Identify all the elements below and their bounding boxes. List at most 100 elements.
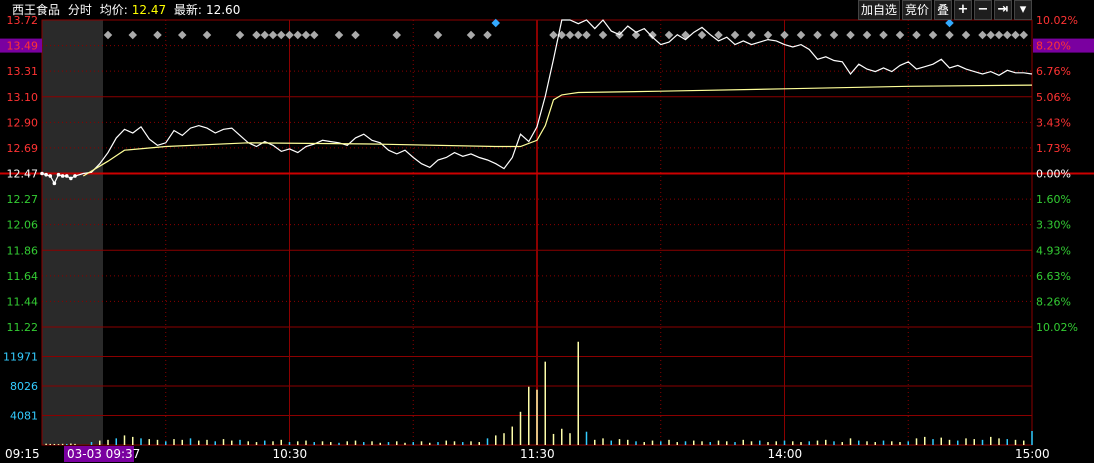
minus-icon[interactable]: − bbox=[974, 0, 992, 20]
event-markers[interactable] bbox=[103, 18, 1028, 40]
event-marker-gray bbox=[178, 30, 187, 40]
auction-dot bbox=[48, 174, 53, 178]
event-marker-gray bbox=[128, 30, 137, 40]
percent-tick-label: 1.73% bbox=[1036, 142, 1071, 155]
price-tick-label: 13.10 bbox=[7, 91, 39, 104]
intraday-chart[interactable]: 13.7213.4913.3113.1012.9012.6912.4712.27… bbox=[0, 0, 1094, 463]
price-tick-label: 12.27 bbox=[7, 193, 39, 206]
add-to-watchlist-button[interactable]: 加自选 bbox=[857, 0, 900, 20]
event-marker-gray bbox=[277, 30, 286, 40]
auction-dot bbox=[56, 172, 61, 177]
event-marker-gray bbox=[730, 30, 740, 40]
event-marker-gray bbox=[293, 30, 302, 40]
price-tick-label: 11.22 bbox=[7, 321, 39, 334]
auction-dot bbox=[69, 176, 73, 181]
crosshair-time-label: 03-03 09:37 bbox=[67, 447, 140, 461]
event-marker-gray bbox=[829, 30, 839, 40]
auction-dot bbox=[52, 181, 57, 186]
mode-label: 分时 bbox=[67, 3, 92, 17]
event-marker-gray bbox=[994, 30, 1004, 40]
price-tick-label: 11.86 bbox=[7, 244, 39, 257]
time-axis: 09:15 03-03 09:37 10:30 11:30 14:00 15:00 bbox=[5, 446, 1050, 462]
event-marker-gray bbox=[268, 30, 278, 40]
event-marker-gray bbox=[978, 30, 987, 40]
event-marker-gray bbox=[862, 30, 872, 40]
event-marker-gray bbox=[433, 30, 443, 40]
plus-icon[interactable]: + bbox=[954, 0, 972, 20]
percent-tick-label: 8.26% bbox=[1036, 295, 1071, 308]
event-marker-gray bbox=[574, 30, 583, 40]
jump-end-icon[interactable]: ⇥ bbox=[994, 0, 1012, 20]
chart-toolbar: 加自选 竞价 叠 + − ⇥ ▾ bbox=[856, 0, 1032, 20]
event-marker-gray bbox=[1019, 30, 1028, 40]
avg-price-label: 均价: bbox=[99, 3, 128, 17]
event-marker-gray bbox=[846, 30, 855, 40]
event-marker-gray bbox=[153, 30, 162, 40]
overlay-button[interactable]: 叠 bbox=[933, 0, 952, 20]
price-axis-left: 13.7213.4913.3113.1012.9012.6912.4712.27… bbox=[0, 14, 42, 423]
percent-tick-label: 3.30% bbox=[1036, 219, 1071, 232]
event-marker-gray bbox=[392, 30, 401, 40]
event-marker-gray bbox=[260, 30, 269, 40]
price-tick-label: 13.31 bbox=[7, 65, 39, 78]
price-tick-label: 11.64 bbox=[7, 270, 39, 283]
volume-bars bbox=[45, 341, 1033, 445]
price-tick-label: 12.47 bbox=[7, 168, 39, 181]
event-marker-gray bbox=[1003, 30, 1012, 40]
event-marker-gray bbox=[928, 30, 938, 40]
percent-tick-label: 6.76% bbox=[1036, 65, 1071, 78]
chart-header: 西王食品 分时 均价: 12.47 最新: 12.60 bbox=[12, 0, 244, 20]
percent-tick-label: 5.06% bbox=[1036, 91, 1071, 104]
event-marker-gray bbox=[780, 30, 789, 40]
event-marker-gray bbox=[986, 30, 995, 40]
event-marker-gray bbox=[813, 30, 822, 40]
avg-price-value: 12.47 bbox=[131, 3, 167, 17]
grid-lines bbox=[0, 19, 1094, 446]
volume-tick-label: 4081 bbox=[10, 410, 38, 423]
last-price-label: 最新: bbox=[173, 3, 202, 17]
auction-dot bbox=[73, 174, 77, 178]
event-marker-gray bbox=[301, 30, 311, 40]
event-marker-gray bbox=[796, 30, 806, 40]
event-marker-gray bbox=[961, 30, 971, 40]
price-tick-label: 12.69 bbox=[7, 142, 39, 155]
time-label: 09:15 bbox=[5, 447, 40, 461]
event-marker-gray bbox=[252, 30, 261, 40]
event-marker-gray bbox=[310, 30, 319, 40]
event-marker-gray bbox=[549, 30, 558, 40]
auction-dot bbox=[40, 171, 44, 176]
price-tick-label: 13.49 bbox=[7, 40, 39, 53]
event-marker-gray bbox=[697, 30, 707, 40]
time-label: 15:00 bbox=[1015, 447, 1050, 461]
percent-tick-label: 4.93% bbox=[1036, 244, 1071, 257]
event-marker-gray bbox=[598, 30, 608, 40]
price-tick-label: 12.90 bbox=[7, 116, 39, 129]
event-marker-gray bbox=[285, 30, 294, 40]
time-label: 14:00 bbox=[768, 447, 803, 461]
event-marker-gray bbox=[945, 30, 954, 40]
call-auction-button[interactable]: 竞价 bbox=[901, 0, 932, 20]
average-line bbox=[82, 84, 1033, 177]
auction-dot bbox=[60, 174, 65, 178]
event-marker-gray bbox=[895, 30, 905, 40]
percent-tick-label: 6.63% bbox=[1036, 270, 1071, 283]
auction-dot bbox=[64, 174, 69, 178]
event-marker-gray bbox=[582, 30, 591, 40]
event-marker-gray bbox=[879, 30, 888, 40]
event-marker-gray bbox=[664, 30, 674, 40]
event-marker-gray bbox=[483, 30, 492, 40]
event-marker-gray bbox=[763, 30, 773, 40]
event-marker-gray bbox=[235, 30, 245, 40]
percent-tick-label: 0.00% bbox=[1036, 168, 1071, 181]
percent-tick-label: 10.02% bbox=[1036, 14, 1078, 27]
percent-tick-label: 8.20% bbox=[1036, 40, 1071, 53]
volume-tick-label: 8026 bbox=[10, 380, 38, 393]
event-marker-gray bbox=[1011, 30, 1020, 40]
auction-zone bbox=[42, 20, 103, 445]
time-label: 10:30 bbox=[273, 447, 308, 461]
event-marker-gray bbox=[747, 30, 756, 40]
event-marker-gray bbox=[351, 30, 360, 40]
last-price-value: 12.60 bbox=[205, 3, 241, 17]
stock-name: 西王食品 bbox=[12, 3, 61, 17]
chevron-down-icon[interactable]: ▾ bbox=[1014, 0, 1032, 20]
